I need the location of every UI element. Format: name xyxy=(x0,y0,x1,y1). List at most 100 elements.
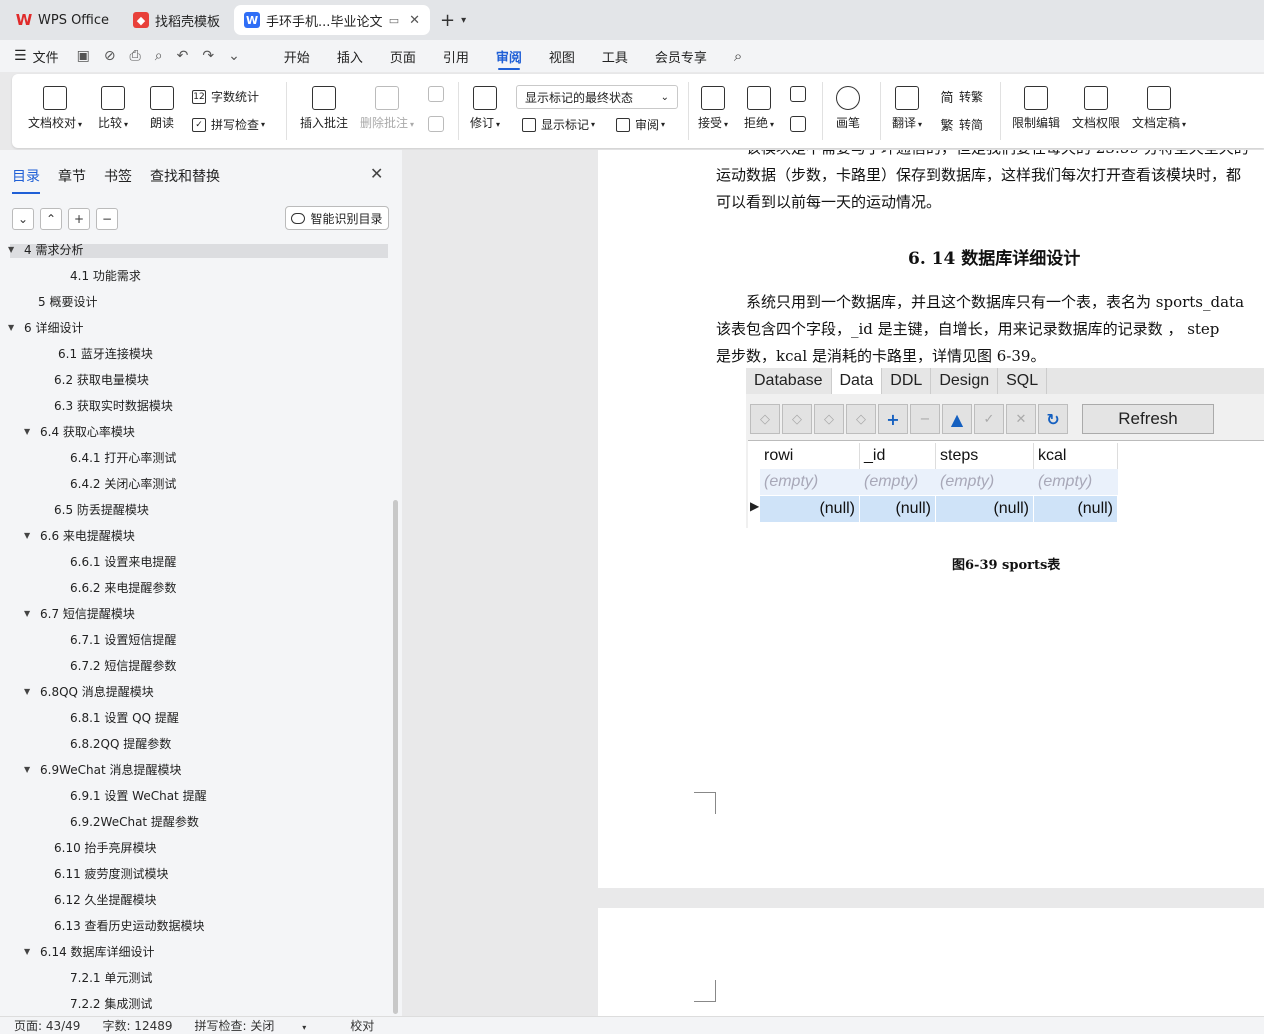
to-simplified-button[interactable]: 繁转简 xyxy=(940,116,983,134)
tab-find-replace[interactable]: 查找和替换 xyxy=(150,166,220,194)
expand-arrow-icon[interactable]: ▼ xyxy=(24,531,40,540)
expand-arrow-icon[interactable]: ▼ xyxy=(24,427,40,436)
delete-comment-button[interactable]: 删除批注 ▾ xyxy=(360,86,414,131)
toc-item[interactable]: 6.13 查看历史运动数据模块 xyxy=(54,912,205,938)
page-indicator[interactable]: 页面: 43/49 xyxy=(14,1017,80,1034)
toc-item[interactable]: 6.7.1 设置短信提醒 xyxy=(70,626,176,652)
tab-close-icon[interactable]: ✕ xyxy=(409,13,420,28)
save-icon[interactable]: ▣ xyxy=(77,48,90,64)
print-icon[interactable]: ⎙ xyxy=(130,48,141,64)
next-comment-button[interactable] xyxy=(428,116,444,136)
close-icon[interactable]: ✕ xyxy=(370,164,383,183)
expand-arrow-icon[interactable]: ▼ xyxy=(24,687,40,696)
show-markup-button[interactable]: 显示标记 ▾ xyxy=(522,116,595,133)
menu-file[interactable]: 文件 xyxy=(33,40,59,72)
menu-page[interactable]: 页面 xyxy=(390,40,416,72)
toc-item[interactable]: 6.2 获取电量模块 xyxy=(54,366,149,392)
toc-item[interactable]: 6.4.2 关闭心率测试 xyxy=(70,470,176,496)
toc-item[interactable]: 6.10 抬手亮屏模块 xyxy=(54,834,157,860)
toc-item[interactable]: ▼ 6.7 短信提醒模块 xyxy=(24,600,135,626)
toc-item[interactable]: ▼ 6.8QQ 消息提醒模块 xyxy=(24,678,154,704)
more-chevron-icon[interactable]: ⌄ xyxy=(228,48,240,64)
toc-item[interactable]: ▼ 4 需求分析 xyxy=(8,236,83,262)
remove-heading-icon[interactable]: − xyxy=(96,208,118,230)
toc-item[interactable]: 6.6.2 来电提醒参数 xyxy=(70,574,176,600)
print-preview-icon[interactable]: ⌕ xyxy=(155,48,163,64)
pen-button[interactable]: 画笔 xyxy=(836,86,860,131)
toc-item[interactable]: 6.9.1 设置 WeChat 提醒 xyxy=(70,782,207,808)
toc-item[interactable]: 6.7.2 短信提醒参数 xyxy=(70,652,176,678)
toc-item[interactable]: 6.8.2QQ 提醒参数 xyxy=(70,730,171,756)
tab-toc[interactable]: 目录 xyxy=(12,166,40,194)
expand-down-icon[interactable]: ⌄ xyxy=(12,208,34,230)
menu-home[interactable]: 开始 xyxy=(284,40,310,72)
toc-item[interactable]: ▼ 6 详细设计 xyxy=(8,314,83,340)
compare-button[interactable]: 比较 ▾ xyxy=(98,86,128,131)
tab-wps-office[interactable]: W WPS Office xyxy=(6,5,119,35)
toc-item[interactable]: ▼ 6.6 来电提醒模块 xyxy=(24,522,135,548)
expand-arrow-icon[interactable]: ▼ xyxy=(24,609,40,618)
toc-item[interactable]: 6.3 获取实时数据模块 xyxy=(54,392,173,418)
chevron-down-icon[interactable]: ▾ xyxy=(461,15,466,26)
redo-icon[interactable]: ↷ xyxy=(202,48,214,64)
toc-item[interactable]: 6.12 久坐提醒模块 xyxy=(54,886,157,912)
menu-view[interactable]: 视图 xyxy=(549,40,575,72)
toc-scrollbar[interactable] xyxy=(393,500,398,1014)
toc-item[interactable]: 7.2.2 集成测试 xyxy=(70,990,152,1016)
link-icon[interactable]: ⊘ xyxy=(104,48,116,64)
tab-restore-icon[interactable]: ▭ xyxy=(389,14,399,27)
insert-comment-button[interactable]: 插入批注 xyxy=(300,86,348,131)
toc-item[interactable]: ▼ 6.9WeChat 消息提醒模块 xyxy=(24,756,182,782)
smart-toc-button[interactable]: 智能识别目录 xyxy=(285,206,389,230)
expand-arrow-icon[interactable]: ▼ xyxy=(8,323,24,332)
review-pane-button[interactable]: 审阅 ▾ xyxy=(616,116,665,133)
expand-arrow-icon[interactable]: ▼ xyxy=(24,765,40,774)
word-count-indicator[interactable]: 字数: 12489 xyxy=(102,1017,172,1034)
toc-item[interactable]: ▼ 6.4 获取心率模块 xyxy=(24,418,135,444)
to-traditional-button[interactable]: 简转繁 xyxy=(940,88,983,106)
word-count-button[interactable]: 12 字数统计 xyxy=(192,88,259,105)
spell-check-indicator[interactable]: 拼写检查: 关闭 ▾ xyxy=(195,1017,329,1034)
prev-change-button[interactable] xyxy=(790,86,806,106)
doc-check-button[interactable]: 文档校对 ▾ xyxy=(28,86,82,131)
doc-permission-button[interactable]: 文档权限 xyxy=(1072,86,1120,131)
tab-document[interactable]: W 手环手机...毕业论文 ▭ ✕ xyxy=(234,5,431,35)
tab-chapters[interactable]: 章节 xyxy=(58,166,86,194)
toc-item[interactable]: 6.1 蓝牙连接模块 xyxy=(58,340,153,366)
expand-arrow-icon[interactable]: ▼ xyxy=(8,245,24,254)
new-tab-icon[interactable]: + xyxy=(440,10,455,31)
toc-item[interactable]: 4.1 功能需求 xyxy=(70,262,141,288)
menu-member[interactable]: 会员专享 xyxy=(655,40,707,72)
markup-state-select[interactable]: 显示标记的最终状态 ⌄ xyxy=(516,85,678,109)
toc-item[interactable]: 6.9.2WeChat 提醒参数 xyxy=(70,808,199,834)
next-change-button[interactable] xyxy=(790,116,806,136)
toc-item[interactable]: ▼ 6.14 数据库详细设计 xyxy=(24,938,155,964)
menu-tools[interactable]: 工具 xyxy=(602,40,628,72)
toc-item[interactable]: 6.6.1 设置来电提醒 xyxy=(70,548,176,574)
expand-arrow-icon[interactable]: ▼ xyxy=(24,947,40,956)
toc-item[interactable]: 7.2.1 单元测试 xyxy=(70,964,152,990)
toc-item[interactable]: 6.4.1 打开心率测试 xyxy=(70,444,176,470)
menu-review[interactable]: 审阅 xyxy=(496,40,522,72)
menu-insert[interactable]: 插入 xyxy=(337,40,363,72)
toc-item[interactable]: 6.5 防丢提醒模块 xyxy=(54,496,149,522)
hamburger-menu-icon[interactable]: ☰ xyxy=(14,48,27,64)
translate-button[interactable]: 翻译 ▾ xyxy=(892,86,922,131)
restrict-edit-button[interactable]: 限制编辑 xyxy=(1012,86,1060,131)
accept-button[interactable]: 接受 ▾ xyxy=(698,86,728,131)
toc-item[interactable]: 6.8.1 设置 QQ 提醒 xyxy=(70,704,179,730)
proofread-indicator[interactable]: 校对 xyxy=(350,1017,374,1034)
finalize-button[interactable]: 文档定稿 ▾ xyxy=(1132,86,1186,131)
tab-bookmarks[interactable]: 书签 xyxy=(104,166,132,194)
tab-daoke-template[interactable]: ◆ 找稻壳模板 xyxy=(123,5,230,35)
spell-check-button[interactable]: ✓ 拼写检查 ▾ xyxy=(192,116,265,133)
toc-item[interactable]: 5 概要设计 xyxy=(38,288,97,314)
undo-icon[interactable]: ↶ xyxy=(177,48,189,64)
add-heading-icon[interactable]: + xyxy=(68,208,90,230)
collapse-up-icon[interactable]: ⌃ xyxy=(40,208,62,230)
revise-button[interactable]: 修订 ▾ xyxy=(470,86,500,131)
toc-item[interactable]: 6.11 疲劳度测试模块 xyxy=(54,860,169,886)
prev-comment-button[interactable] xyxy=(428,86,444,106)
search-icon[interactable]: ⌕ xyxy=(734,47,742,65)
reject-button[interactable]: 拒绝 ▾ xyxy=(744,86,774,131)
